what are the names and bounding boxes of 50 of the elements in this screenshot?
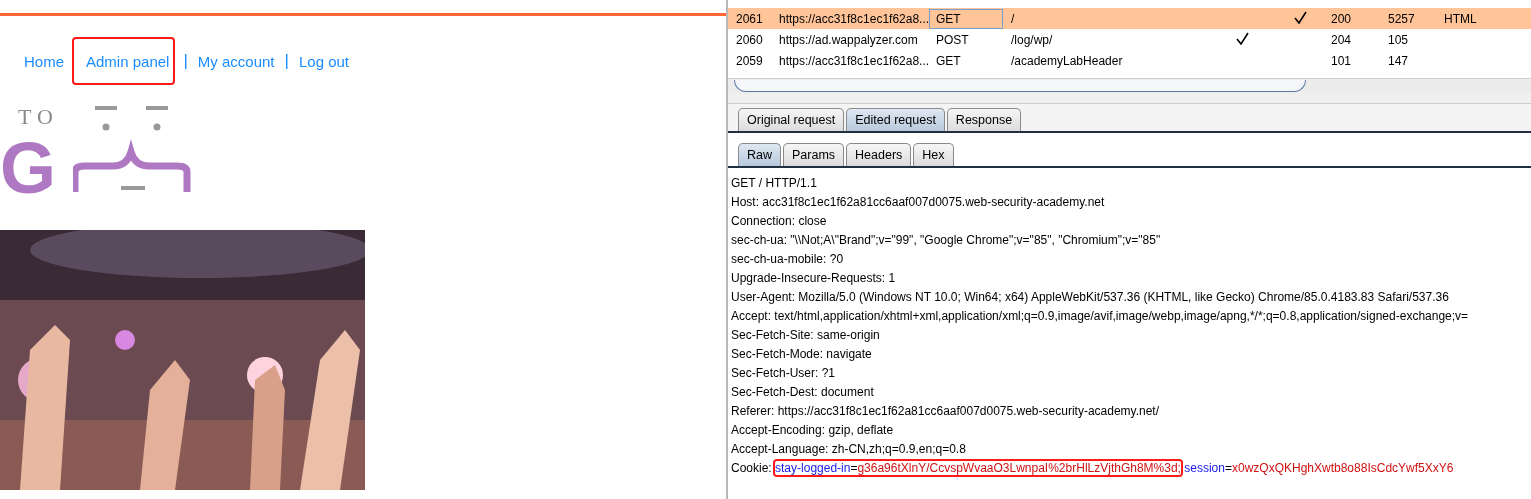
scrollbar[interactable] [728,78,1531,93]
logo-letter: G [0,132,57,204]
table-cell-text: / [1011,11,1016,26]
highlighted-cookie: stay-logged-in=g36a96tXlnY/CcvspWvaaO3LwnpaI%2brHlLzVjthGh8M%3d; [775,461,1181,475]
table-cell-text: 101 [1331,53,1353,68]
request-line: sec-ch-ua: "\\Not;A\"Brand";v="99", "Google Chrome";v="85", "Chromium";v="85" [731,232,1162,249]
table-cell-text: 5257 [1388,11,1416,26]
request-line: User-Agent: Mozilla/5.0 (Windows NT 10.0; Win64; x64) AppleWebKit/537.36 (KHTML, like Gecko) Chrome/85.0.4183.83 Safari/537.36 [731,289,1450,306]
table-cell: https://acc31f8c1ec1f62a8... [779,11,929,26]
table-cell: GET [929,8,1003,29]
tab[interactable]: Headers [846,143,912,166]
request-line: Sec-Fetch-Site: same-origin [731,327,881,344]
request-line: Host: acc31f8c1ec1f62a81cc6aaf007d0075.web-security-academy.net [731,194,1106,211]
table-cell-text: HTML [1444,11,1478,26]
table-cell-text: https://ad.wappalyzer.com [779,32,919,47]
request-line: sec-ch-ua-mobile: ?0 [731,251,845,268]
cookie-label: Cookie: [731,461,773,475]
request-line: Upgrade-Insecure-Requests: 1 [731,270,897,287]
request-line: Sec-Fetch-User: ?1 [731,365,837,382]
table-cell: https://acc31f8c1ec1f62a8... [779,53,929,68]
nav-separator: | [183,51,188,71]
table-cell-text: POST [935,31,970,49]
table-cell-text: 105 [1388,32,1410,47]
tab[interactable]: Hex [913,143,954,166]
nav-separator: | [284,51,289,71]
request-line: Accept-Encoding: gzip, deflate [731,422,895,439]
logo-text: TO [17,104,59,130]
table-cell-text: 147 [1388,53,1410,68]
request-line: Sec-Fetch-Mode: navigate [731,346,873,363]
table-cell-text: GET [935,52,962,70]
table-cell-text: 2061 [736,11,764,26]
table-cell-text: 200 [1331,11,1353,26]
request-line: Accept-Language: zh-CN,zh;q=0.9,en;q=0.8 [731,441,967,458]
table-cell-text: 204 [1331,32,1353,47]
table-cell-text: 2059 [736,53,764,68]
cookie: session=x0wzQxQKHghXwtb8o88IsCdcYwf5XxY6 [1184,461,1454,475]
request-line: Sec-Fetch-Dest: document [731,384,875,401]
request-line: GET / HTTP/1.1 [731,175,818,192]
request-line: Referer: https://acc31f8c1ec1f62a81cc6aaf007d0075.web-security-academy.net/ [731,403,1161,420]
tab[interactable]: Params [783,143,845,166]
table-cell-text: /academyLabHeader [1011,53,1124,68]
tab[interactable]: Edited request [846,108,945,131]
tab[interactable]: Raw [738,143,781,166]
request-line: Connection: close [731,213,828,230]
table-cell-text: /log/wp/ [1011,32,1054,47]
tab[interactable]: Original request [738,108,845,131]
tab[interactable]: Response [946,108,1022,131]
history-row[interactable]: 2061 https://acc31f8c1ec1f62a8... GET / 200 5257 HTML [728,8,1531,29]
request-line: Accept: text/html,application/xhtml+xml,application/xml;q=0.9,image/avif,image/webp,image/apng,*/*;q=0.8,application/signed-exchange;v= [731,308,1470,325]
table-cell-text: 2060 [736,32,764,47]
